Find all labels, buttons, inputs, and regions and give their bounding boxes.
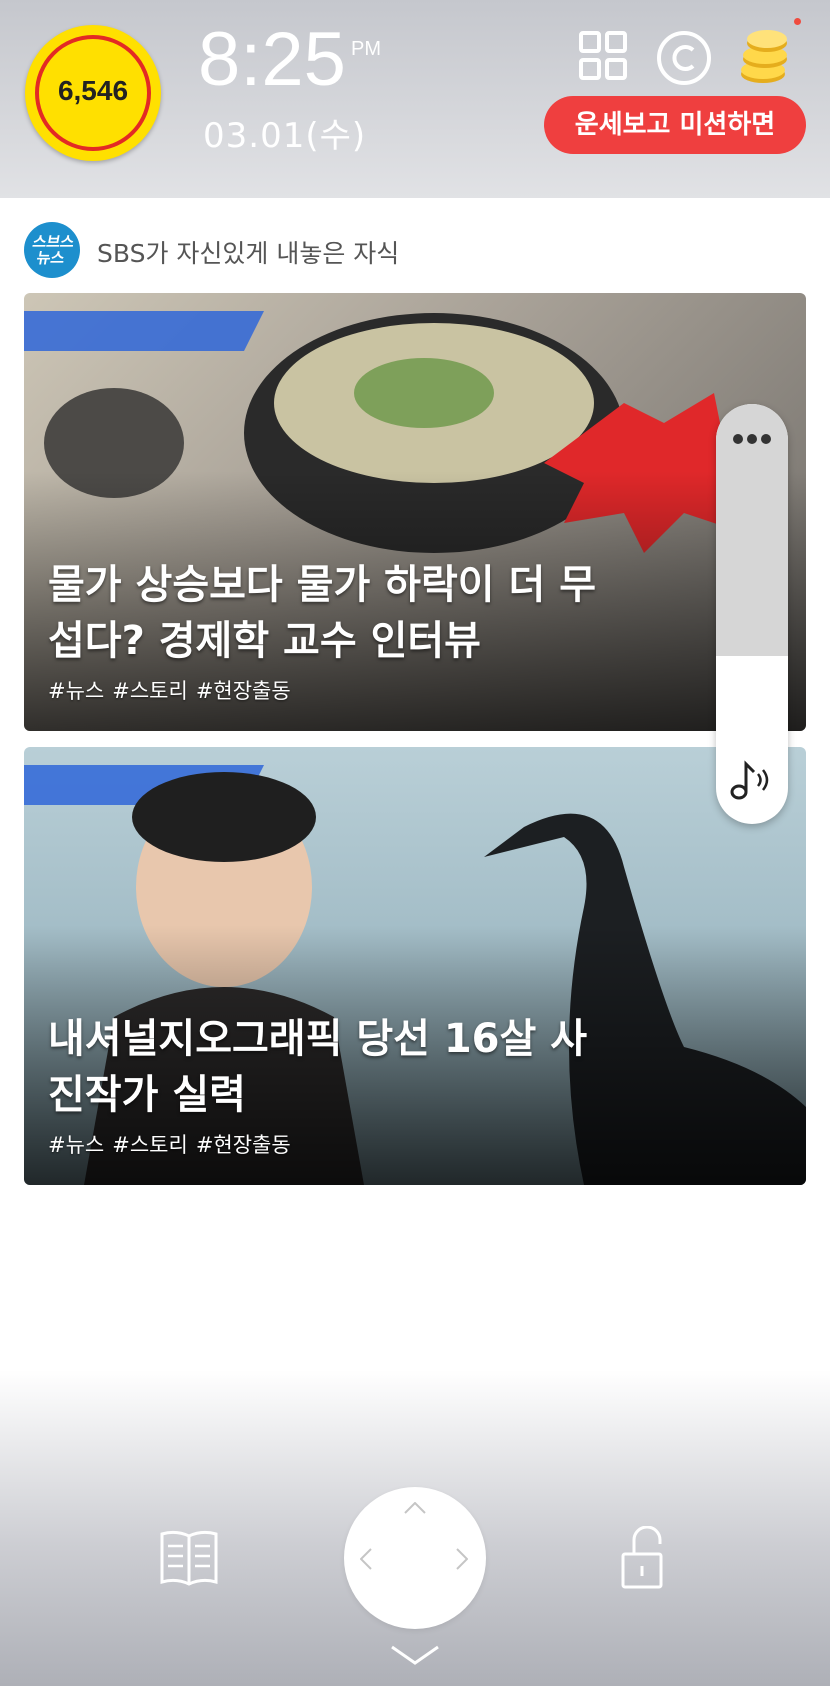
grid-icon[interactable] bbox=[578, 30, 628, 82]
notification-dot bbox=[794, 18, 801, 25]
card-tags: #뉴스 #스토리 #현장출동 bbox=[48, 1129, 299, 1159]
chevron-right-icon[interactable] bbox=[456, 1548, 468, 1570]
chevron-down-icon[interactable] bbox=[390, 1645, 440, 1667]
card-headline: 내셔널지오그래픽 당선 16살 사진작가 실력 bbox=[48, 1016, 588, 1118]
coin-balance-badge[interactable]: 6,546 bbox=[25, 25, 161, 161]
unlock-icon[interactable] bbox=[620, 1526, 664, 1590]
logo-text: 스브스 뉴스 bbox=[31, 233, 76, 267]
more-icon[interactable] bbox=[730, 432, 774, 446]
news-card[interactable]: 물가 상승보다 물가 하락이 더 무섭다? 경제학 교수 인터뷰 #뉴스 #스토리… bbox=[24, 293, 806, 731]
card-tag[interactable]: #현장출동 bbox=[196, 679, 291, 703]
sbs-news-logo[interactable]: 스브스 뉴스 bbox=[24, 222, 80, 278]
chevron-left-icon[interactable] bbox=[360, 1548, 372, 1570]
card-tags: #뉴스 #스토리 #현장출동 bbox=[48, 675, 299, 705]
chevron-up-icon[interactable] bbox=[404, 1502, 426, 1514]
clock-time: 8:25 bbox=[198, 17, 346, 102]
music-icon[interactable] bbox=[730, 760, 774, 800]
source-title: SBS가 자신있게 내놓은 자식 bbox=[97, 239, 400, 268]
card-tag[interactable]: #현장출동 bbox=[196, 1133, 291, 1157]
card-tag[interactable]: #뉴스 bbox=[48, 1133, 104, 1157]
coins-icon[interactable] bbox=[735, 26, 795, 86]
card-tag[interactable]: #뉴스 bbox=[48, 679, 104, 703]
coin-balance-value: 6,546 bbox=[57, 75, 129, 106]
copyright-icon[interactable] bbox=[656, 30, 712, 86]
card-tag[interactable]: #스토리 bbox=[112, 679, 188, 703]
clock-ampm: PM bbox=[351, 38, 381, 60]
clock-date: 03.01(수) bbox=[203, 116, 367, 156]
news-card[interactable]: 내셔널지오그래픽 당선 16살 사진작가 실력 #뉴스 #스토리 #현장출동 bbox=[24, 747, 806, 1185]
card-headline: 물가 상승보다 물가 하락이 더 무섭다? 경제학 교수 인터뷰 bbox=[48, 562, 597, 664]
volume-slider[interactable] bbox=[716, 404, 788, 824]
card-tag[interactable]: #스토리 bbox=[112, 1133, 188, 1157]
book-icon[interactable] bbox=[158, 1528, 220, 1588]
fortune-mission-button[interactable]: 운세보고 미션하면 bbox=[544, 96, 806, 154]
